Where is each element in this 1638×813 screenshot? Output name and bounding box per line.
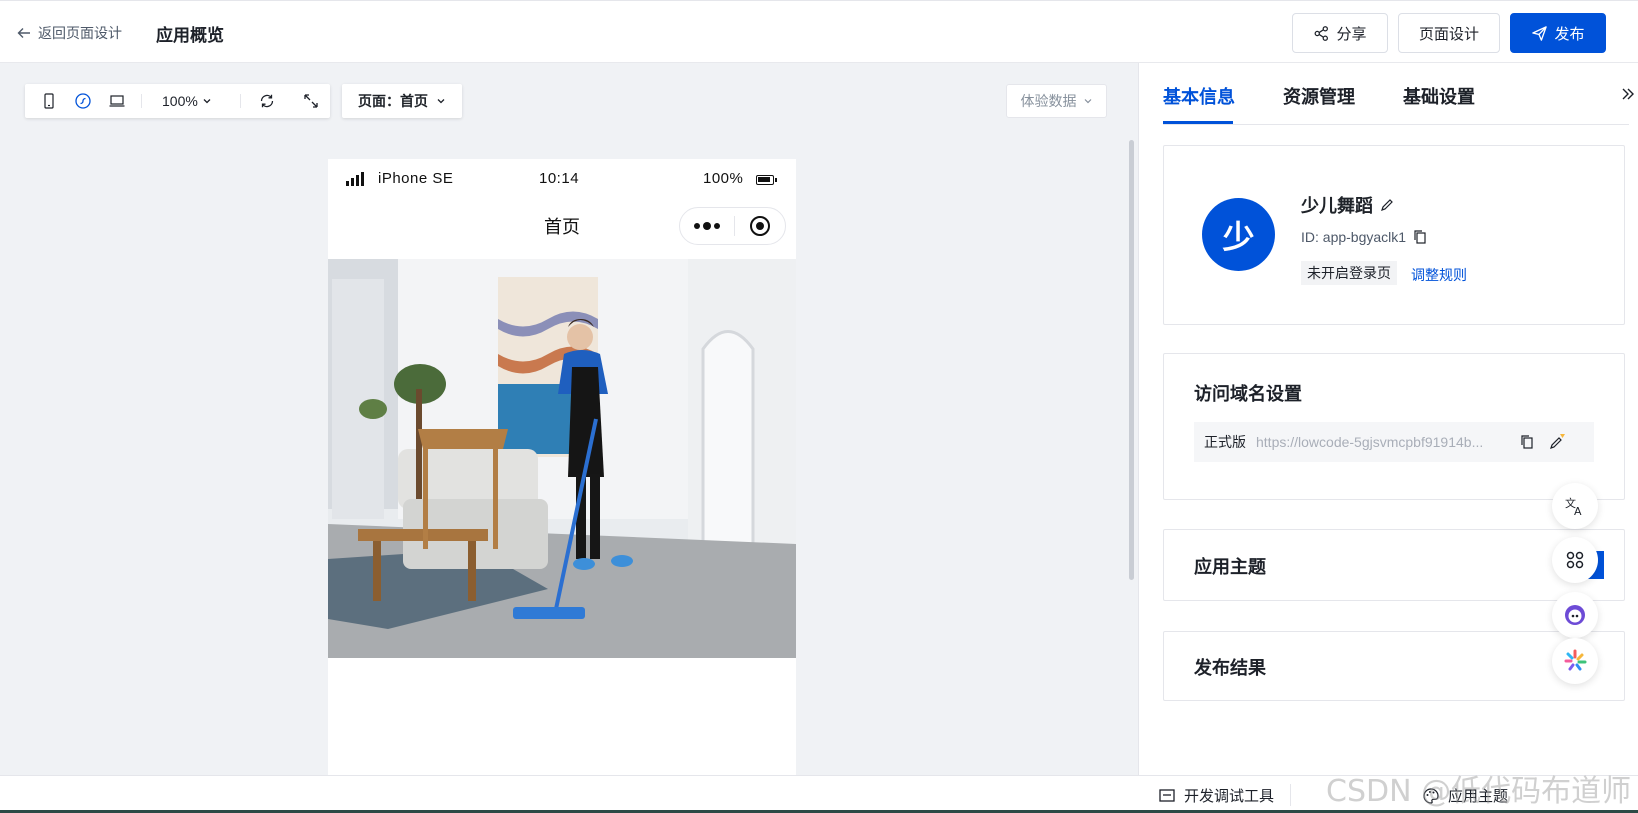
back-label: 返回页面设计 <box>38 25 122 41</box>
page-design-button[interactable]: 页面设计 <box>1398 13 1500 53</box>
publish-result-title: 发布结果 <box>1194 658 1266 678</box>
app-theme-label: 应用主题 <box>1448 788 1509 805</box>
battery-percent: 100% <box>703 170 744 187</box>
mobile-device-icon[interactable] <box>39 91 59 111</box>
send-icon <box>1532 25 1548 41</box>
fullscreen-icon[interactable] <box>301 91 321 111</box>
domain-env-tag: 正式版 <box>1204 434 1246 450</box>
dev-tools-label: 开发调试工具 <box>1184 788 1275 805</box>
more-icon[interactable] <box>680 221 734 230</box>
mini-program-capsule[interactable] <box>679 207 786 245</box>
phone-status-bar: iPhone SE 10:14 100% <box>328 159 796 201</box>
copy-icon[interactable] <box>1412 229 1428 245</box>
tab-resource-management[interactable]: 资源管理 <box>1283 83 1355 109</box>
edit-icon[interactable] <box>1379 197 1395 213</box>
zoom-value: 100% <box>162 93 198 109</box>
mini-program-icon[interactable] <box>73 91 93 111</box>
device-toolbar: 100% <box>25 84 330 118</box>
app-id-text: ID: app-bgyaclk1 <box>1301 229 1407 245</box>
chevron-down-icon <box>203 99 211 104</box>
active-tab-indicator <box>1163 121 1233 124</box>
tab-basic-settings[interactable]: 基础设置 <box>1403 83 1475 109</box>
experience-data-label: 体验数据 <box>1020 93 1077 109</box>
app-id: ID: app-bgyaclk1 <box>1301 229 1428 245</box>
domain-settings-title: 访问域名设置 <box>1194 384 1302 404</box>
panel-tabs: 基本信息 资源管理 基础设置 <box>1163 63 1634 125</box>
toolbar-divider <box>141 94 142 108</box>
app-theme-button[interactable]: 应用主题 <box>1422 785 1508 806</box>
bottom-bar: 开发调试工具 应用主题 <box>0 775 1638 813</box>
phone-nav-bar: 首页 <box>328 201 796 247</box>
back-to-page-design-link[interactable]: 返回页面设计 <box>16 23 122 43</box>
domain-actions <box>1518 433 1566 451</box>
device-name: iPhone SE <box>378 170 454 187</box>
app-name-text: 少儿舞蹈 <box>1301 196 1373 216</box>
publish-label: 发布 <box>1554 25 1585 43</box>
canvas-scrollbar[interactable] <box>1129 140 1134 580</box>
app-avatar: 少 <box>1202 198 1275 271</box>
page-title: 应用概览 <box>156 26 224 45</box>
desktop-device-icon[interactable] <box>107 91 127 111</box>
assistant-button[interactable] <box>1552 592 1598 638</box>
top-header: 返回页面设计 应用概览 分享 页面设计 发布 <box>0 0 1638 63</box>
page-select-text: 页面：首页 <box>358 93 428 109</box>
ai-helper-button[interactable] <box>1552 638 1598 684</box>
adjust-rules-link[interactable]: 调整规则 <box>1411 265 1467 285</box>
collapse-panel-icon[interactable] <box>1619 85 1637 108</box>
signal-icon <box>346 172 364 186</box>
app-theme-title: 应用主题 <box>1194 557 1266 577</box>
share-label: 分享 <box>1336 25 1367 43</box>
app-name: 少儿舞蹈 <box>1301 192 1395 218</box>
domain-row: 正式版 https://lowcode-5gjsvmcpbf91914b... <box>1194 422 1594 462</box>
translate-icon: 文A <box>1565 496 1582 518</box>
tab-basic-info[interactable]: 基本信息 <box>1163 83 1235 109</box>
translate-button[interactable]: 文A <box>1552 483 1598 529</box>
status-time: 10:14 <box>539 170 580 187</box>
apps-button[interactable] <box>1552 537 1598 583</box>
battery-icon <box>756 175 777 185</box>
chevron-down-icon <box>437 99 445 104</box>
edit-premium-icon[interactable] <box>1548 433 1566 451</box>
chevron-down-icon <box>1084 99 1091 104</box>
hero-image <box>328 259 796 658</box>
phone-preview: iPhone SE 10:14 100% 首页 <box>328 159 796 775</box>
domain-url[interactable]: https://lowcode-5gjsvmcpbf91914b... <box>1256 434 1506 450</box>
share-icon <box>1315 25 1329 41</box>
publish-button[interactable]: 发布 <box>1510 13 1606 53</box>
refresh-icon[interactable] <box>257 91 277 111</box>
experience-data-select[interactable]: 体验数据 <box>1006 84 1107 118</box>
arrow-left-icon <box>17 28 30 38</box>
domain-settings-card: 访问域名设置 正式版 https://lowcode-5gjsvmcpbf919… <box>1163 353 1625 500</box>
dev-tools-button[interactable]: 开发调试工具 <box>1158 785 1274 806</box>
dev-tools-icon <box>1159 788 1175 802</box>
bottom-divider <box>1290 784 1291 806</box>
share-button[interactable]: 分享 <box>1292 13 1388 53</box>
app-info-card: 少 少儿舞蹈 ID: app-bgyaclk1 未开启登录页 调整规则 <box>1163 145 1625 325</box>
apps-grid-icon <box>1566 551 1584 569</box>
page-design-label: 页面设计 <box>1418 25 1479 43</box>
zoom-select[interactable]: 100% <box>162 93 212 109</box>
assistant-face-icon <box>1565 605 1585 625</box>
copy-icon[interactable] <box>1518 433 1536 451</box>
toolbar-divider <box>239 94 241 108</box>
palette-icon <box>1423 787 1439 804</box>
ai-sparkle-icon <box>1564 649 1587 671</box>
close-target-icon[interactable] <box>735 216 785 236</box>
login-status-badge: 未开启登录页 <box>1301 261 1397 285</box>
page-select[interactable]: 页面：首页 <box>342 84 462 118</box>
svg-text:A: A <box>1574 505 1582 518</box>
